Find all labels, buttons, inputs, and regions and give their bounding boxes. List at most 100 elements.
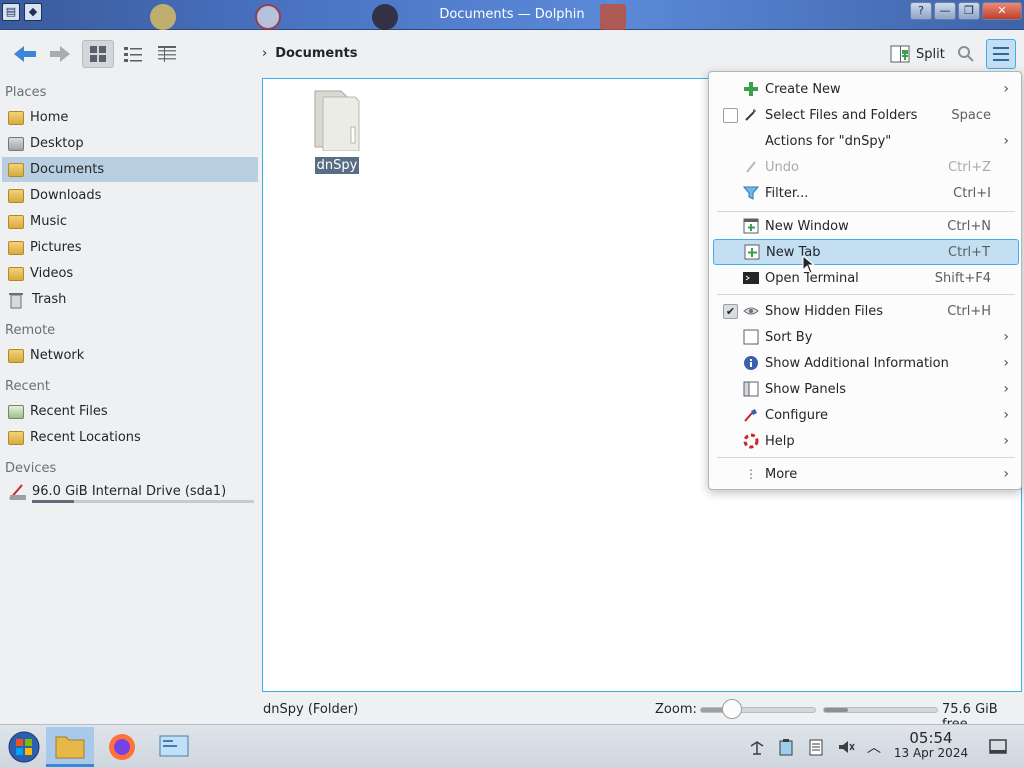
compact-view-button[interactable]	[118, 40, 148, 68]
show-desktop-button[interactable]	[988, 737, 1008, 757]
sidebar-item-label: Downloads	[30, 188, 102, 203]
free-space-fill	[824, 708, 848, 712]
file-item-dnspy[interactable]: dnSpy	[307, 87, 367, 174]
chevron-right-icon: ›	[262, 46, 268, 61]
folder-icon	[314, 90, 360, 152]
task-firefox[interactable]	[98, 727, 146, 767]
more-icon: ⋮	[745, 467, 757, 481]
menu-item-create-new[interactable]: Create New ›	[713, 76, 1019, 102]
section-title-remote: Remote	[5, 323, 56, 338]
undo-icon	[743, 159, 759, 175]
chevron-right-icon: ›	[1003, 355, 1009, 371]
breadcrumb-documents[interactable]: Documents	[275, 46, 357, 61]
tray-network[interactable]	[747, 737, 767, 757]
hamburger-menu-button[interactable]	[986, 39, 1016, 69]
menu-item-show-hidden-files[interactable]: ✔ Show Hidden Files Ctrl+H	[713, 298, 1019, 324]
icons-view-button[interactable]	[82, 40, 114, 68]
sidebar-item-label: 96.0 GiB Internal Drive (sda1)	[32, 484, 227, 499]
menu-item-label: New Window	[765, 218, 849, 234]
menu-item-select-files[interactable]: Select Files and Folders Space	[713, 102, 1019, 128]
recent-locations-icon	[8, 430, 24, 445]
forward-button[interactable]	[44, 40, 76, 68]
menu-item-shortcut: Ctrl+Z	[948, 159, 991, 175]
menu-item-label: Help	[765, 433, 795, 449]
breadcrumb[interactable]: › Documents	[262, 46, 357, 61]
menu-separator	[717, 211, 1015, 212]
menu-item-show-panels[interactable]: Show Panels ›	[713, 376, 1019, 402]
menu-item-label: More	[765, 466, 798, 482]
minimize-button[interactable]: —	[934, 2, 956, 20]
menu-item-shortcut: Ctrl+T	[948, 244, 990, 260]
menu-item-more[interactable]: ⋮ More ›	[713, 461, 1019, 487]
menu-item-sort-by[interactable]: Sort By ›	[713, 324, 1019, 350]
sidebar-item-documents[interactable]: Documents	[2, 157, 258, 182]
details-view-icon	[158, 46, 176, 62]
zoom-slider-handle[interactable]	[722, 699, 743, 719]
menu-item-filter[interactable]: Filter... Ctrl+I	[713, 180, 1019, 206]
window-title: Documents — Dolphin	[439, 7, 585, 22]
sidebar-item-home[interactable]: Home	[2, 105, 258, 130]
split-button[interactable]: Split	[886, 40, 949, 68]
menu-item-help[interactable]: Help ›	[713, 428, 1019, 454]
sidebar-item-downloads[interactable]: Downloads	[2, 183, 258, 208]
menu-item-shortcut: Shift+F4	[934, 270, 991, 286]
title-bar[interactable]: ▤ ◆ Documents — Dolphin ? — ❐ ✕	[0, 0, 1024, 30]
menu-item-shortcut: Ctrl+I	[953, 185, 991, 201]
clock[interactable]: 05:54 13 Apr 2024	[892, 731, 970, 761]
recent-files-icon	[8, 404, 24, 419]
task-system-settings[interactable]	[150, 727, 198, 767]
tray-volume[interactable]	[836, 737, 856, 757]
tray-expand[interactable]: ︿	[864, 737, 884, 757]
back-button[interactable]	[8, 40, 44, 68]
network-icon	[750, 741, 764, 755]
sidebar-item-recent-locations[interactable]: Recent Locations	[2, 425, 258, 450]
zoom-slider[interactable]	[700, 707, 816, 713]
start-menu-button[interactable]	[0, 727, 48, 767]
system-settings-icon	[159, 735, 189, 757]
menu-item-open-terminal[interactable]: Open Terminal Shift+F4	[713, 265, 1019, 291]
maximize-button[interactable]: ❐	[958, 2, 980, 20]
sidebar-item-network[interactable]: Network	[2, 343, 258, 368]
menu-item-label: Show Hidden Files	[765, 303, 883, 319]
selection-status: dnSpy (Folder)	[263, 702, 359, 717]
menu-item-actions[interactable]: Actions for "dnSpy" ›	[713, 128, 1019, 154]
sidebar-item-recent-files[interactable]: Recent Files	[2, 399, 258, 424]
sidebar-item-label: Recent Locations	[30, 430, 141, 445]
context-help-button[interactable]: ?	[910, 2, 932, 20]
menu-item-additional-info[interactable]: Show Additional Information ›	[713, 350, 1019, 376]
sidebar-item-label: Desktop	[30, 136, 84, 151]
sidebar-item-pictures[interactable]: Pictures	[2, 235, 258, 260]
hamburger-dropdown-menu: Create New › Select Files and Folders Sp…	[708, 71, 1022, 490]
sidebar-item-label: Documents	[30, 162, 105, 177]
checkbox-unchecked-icon	[723, 107, 738, 123]
chevron-right-icon: ›	[1003, 81, 1009, 97]
details-view-button[interactable]	[152, 40, 182, 68]
menu-item-shortcut: Ctrl+H	[947, 303, 991, 319]
close-button[interactable]: ✕	[982, 2, 1022, 20]
menu-item-new-tab[interactable]: New Tab Ctrl+T	[713, 239, 1019, 265]
menu-item-shortcut: Ctrl+N	[947, 218, 991, 234]
tray-notes[interactable]	[806, 737, 826, 757]
search-button[interactable]	[952, 40, 980, 68]
help-icon	[743, 433, 759, 449]
status-bar: dnSpy (Folder) Zoom: 75.6 GiB free	[0, 696, 1024, 732]
folder-task-icon	[55, 736, 85, 758]
sidebar-item-label: Pictures	[30, 240, 82, 255]
menu-item-configure[interactable]: Configure ›	[713, 402, 1019, 428]
sidebar-item-label: Trash	[32, 292, 67, 307]
drive-usage-bar	[32, 500, 254, 503]
info-icon	[743, 355, 759, 371]
search-icon	[958, 46, 974, 62]
music-folder-icon	[8, 214, 24, 229]
sidebar-item-music[interactable]: Music	[2, 209, 258, 234]
menu-item-new-window[interactable]: New Window Ctrl+N	[713, 213, 1019, 239]
videos-folder-icon	[8, 266, 24, 281]
tray-clipboard[interactable]	[776, 737, 796, 757]
menu-item-label: Create New	[765, 81, 841, 97]
chevron-right-icon: ›	[1003, 407, 1009, 423]
sidebar-item-videos[interactable]: Videos	[2, 261, 258, 286]
sidebar-item-desktop[interactable]: Desktop	[2, 131, 258, 156]
sidebar-item-label: Music	[30, 214, 67, 229]
task-dolphin[interactable]	[46, 727, 94, 767]
sidebar-item-trash[interactable]: Trash	[2, 287, 258, 312]
